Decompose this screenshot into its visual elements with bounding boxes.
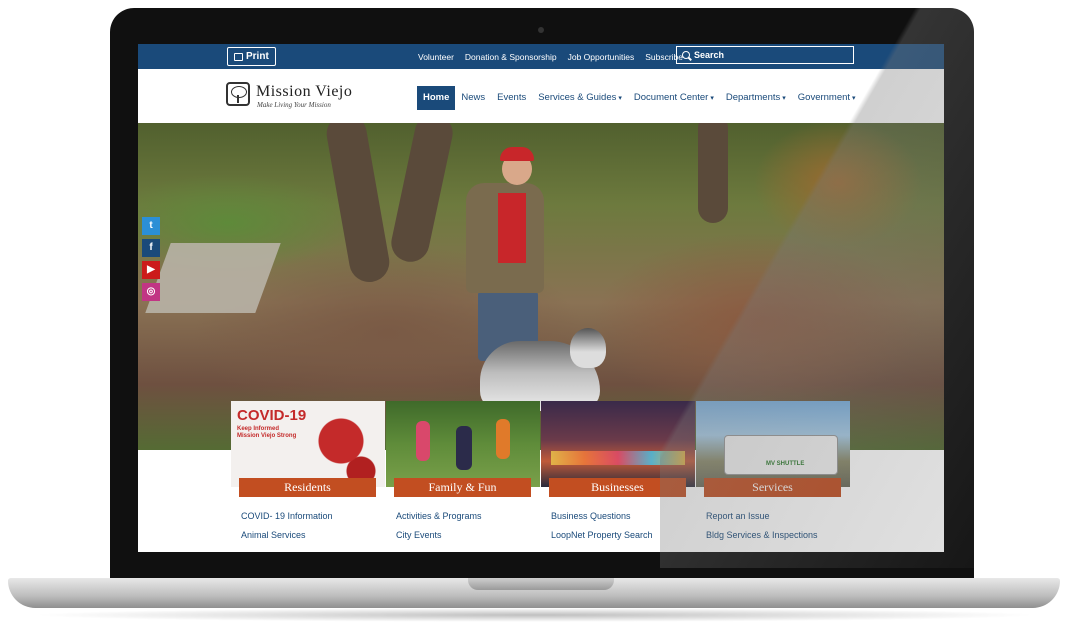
nav-departments[interactable]: Departments ▾	[720, 86, 792, 110]
camera-icon	[538, 27, 544, 33]
chevron-down-icon: ▾	[710, 95, 714, 102]
card-title-residents: Residents	[239, 478, 376, 497]
logo-title[interactable]: Mission Viejo	[256, 83, 352, 101]
covid-image: COVID-19 Keep Informed Mission Viejo Str…	[231, 401, 385, 487]
chevron-down-icon: ▾	[782, 95, 786, 102]
laptop-shadow	[30, 608, 1040, 622]
family-fun-image	[386, 401, 540, 487]
printer-icon	[234, 52, 243, 61]
logo-tagline: Make Living Your Mission	[257, 101, 331, 109]
chevron-down-icon: ▾	[852, 95, 856, 102]
main-nav: Home News Events Services & Guides ▾ Docu…	[417, 86, 862, 110]
link-animal-services[interactable]: Animal Services	[241, 530, 306, 540]
nav-government[interactable]: Government ▾	[792, 86, 862, 110]
search-input[interactable]: Search	[676, 46, 854, 64]
tree-logo-icon[interactable]	[226, 82, 250, 106]
businesses-image	[541, 401, 695, 487]
utility-links: Volunteer Donation & Sponsorship Job Opp…	[418, 44, 683, 69]
card-businesses[interactable]: Businesses Business Questions LoopNet Pr…	[541, 401, 695, 552]
shuttle-image: MV SHUTTLE	[696, 401, 850, 487]
print-label: Print	[246, 51, 269, 62]
card-title-services: Services	[704, 478, 841, 497]
nav-news[interactable]: News	[455, 86, 491, 110]
print-button[interactable]: Print	[227, 47, 276, 66]
covid-subtext: Keep Informed Mission Viejo Strong	[237, 426, 297, 439]
man-shirt	[498, 193, 526, 263]
husky-head	[570, 328, 606, 368]
covid-title: COVID-19	[237, 407, 307, 424]
link-volunteer[interactable]: Volunteer	[418, 52, 454, 62]
link-report-issue[interactable]: Report an Issue	[706, 511, 770, 521]
nav-document-center[interactable]: Document Center ▾	[628, 86, 720, 110]
link-donation-sponsorship[interactable]: Donation & Sponsorship	[465, 52, 557, 62]
utility-bar: Print Volunteer Donation & Sponsorship J…	[138, 44, 944, 69]
search-placeholder: Search	[694, 50, 725, 60]
nav-events[interactable]: Events	[491, 86, 532, 110]
nav-services-guides[interactable]: Services & Guides ▾	[532, 86, 628, 110]
tree-trunk	[323, 123, 393, 286]
card-title-businesses: Businesses	[549, 478, 686, 497]
youtube-icon[interactable]: ▶	[142, 261, 160, 279]
site-header: Mission Viejo Make Living Your Mission H…	[138, 69, 944, 123]
card-residents[interactable]: COVID-19 Keep Informed Mission Viejo Str…	[231, 401, 385, 552]
card-title-family-fun: Family & Fun	[394, 478, 531, 497]
quick-links-cards: COVID-19 Keep Informed Mission Viejo Str…	[231, 401, 851, 552]
card-family-fun[interactable]: Family & Fun Activities & Programs City …	[386, 401, 540, 552]
link-loopnet-search[interactable]: LoopNet Property Search	[551, 530, 653, 540]
tree-trunk	[387, 123, 457, 266]
garden-path	[145, 243, 281, 313]
browser-screen: Print Volunteer Donation & Sponsorship J…	[138, 44, 944, 552]
chevron-down-icon: ▾	[618, 95, 622, 102]
card-services[interactable]: MV SHUTTLE Services Report an Issue Bldg…	[696, 401, 850, 552]
red-cap	[500, 147, 534, 161]
link-covid-info[interactable]: COVID- 19 Information	[241, 511, 333, 521]
shuttle-text: MV SHUTTLE	[766, 461, 805, 467]
facebook-icon[interactable]: f	[142, 239, 160, 257]
search-icon	[682, 51, 690, 59]
twitter-icon[interactable]: t	[142, 217, 160, 235]
link-bldg-services[interactable]: Bldg Services & Inspections	[706, 530, 818, 540]
instagram-icon[interactable]: ◎	[142, 283, 160, 301]
link-activities-programs[interactable]: Activities & Programs	[396, 511, 482, 521]
link-job-opportunities[interactable]: Job Opportunities	[568, 52, 635, 62]
link-city-events[interactable]: City Events	[396, 530, 442, 540]
nav-home[interactable]: Home	[417, 86, 456, 110]
link-business-questions[interactable]: Business Questions	[551, 511, 631, 521]
laptop-notch	[468, 578, 614, 590]
tree-trunk	[698, 123, 728, 223]
